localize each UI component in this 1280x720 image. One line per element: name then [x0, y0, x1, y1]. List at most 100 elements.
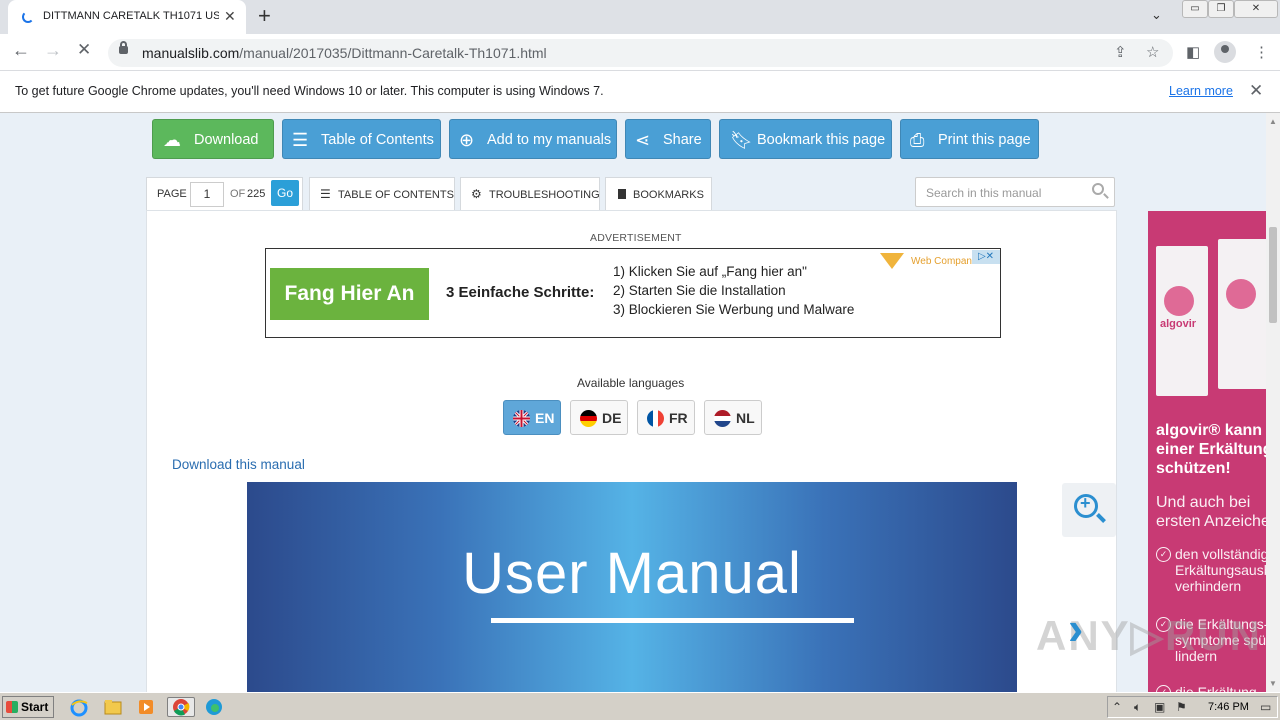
- zoom-in-button[interactable]: [1062, 483, 1116, 537]
- language-code: EN: [535, 410, 555, 426]
- language-de-button[interactable]: DE: [570, 400, 628, 435]
- france-flag-icon: [647, 410, 664, 427]
- start-label: Start: [21, 700, 49, 714]
- bookmark-icon: [618, 189, 626, 199]
- system-tray: ⌃ 🔈︎ ▣ ⚑ 7:46 PM ▭: [1107, 696, 1278, 718]
- browser-tab[interactable]: DITTMANN CARETALK TH1071 USER MANUAL Pdf…: [8, 0, 246, 34]
- close-window-button[interactable]: ✕: [1234, 0, 1278, 18]
- manual-title: User Manual: [462, 541, 802, 606]
- star-bookmark-icon[interactable]: ☆: [1146, 43, 1159, 61]
- chevron-down-icon[interactable]: ⌄: [1151, 7, 1162, 23]
- tab-strip: DITTMANN CARETALK TH1071 USER MANUAL Pdf…: [0, 0, 1280, 34]
- language-fr-button[interactable]: FR: [637, 400, 695, 435]
- ad-step: 2) Starten Sie die Installation: [613, 283, 786, 298]
- page-number-input[interactable]: 1: [190, 182, 224, 207]
- zoom-in-icon: [1074, 493, 1098, 518]
- table-of-contents-button[interactable]: ☰ Table of Contents: [282, 119, 441, 159]
- side-panel-icon[interactable]: ◧: [1186, 43, 1200, 61]
- language-en-button[interactable]: EN: [503, 400, 561, 435]
- list-icon: ☰: [320, 187, 331, 201]
- ad-cta-button[interactable]: Fang Hier An: [270, 268, 429, 320]
- action-center-flag-icon[interactable]: ⚑: [1176, 700, 1187, 714]
- language-code: FR: [669, 410, 688, 426]
- infobar-message: To get future Google Chrome updates, you…: [15, 84, 604, 98]
- volume-icon[interactable]: 🔈︎: [1134, 700, 1141, 715]
- search-icon[interactable]: [1092, 183, 1104, 195]
- share-button[interactable]: ⋖ Share: [625, 119, 711, 159]
- kebab-menu-icon[interactable]: ⋮: [1254, 43, 1269, 61]
- network-icon[interactable]: ▣: [1154, 700, 1165, 714]
- side-ad-subline: Und auch bei ersten Anzeichen: [1156, 494, 1266, 530]
- product-box-image: [1218, 239, 1266, 389]
- tab-troubleshooting[interactable]: ⚙ TROUBLESHOOTING: [460, 177, 600, 211]
- windows-taskbar: Start ⌃ 🔈︎ ▣ ⚑ 7:46 PM ▭: [0, 692, 1280, 720]
- share-page-icon[interactable]: ⇪: [1114, 43, 1127, 61]
- learn-more-link[interactable]: Learn more: [1169, 84, 1233, 98]
- download-button[interactable]: ☁ Download: [152, 119, 274, 159]
- back-arrow-icon[interactable]: ←: [12, 40, 30, 61]
- tab-table-of-contents[interactable]: ☰ TABLE OF CONTENTS: [309, 177, 455, 211]
- zoom-handle: [1096, 513, 1106, 523]
- language-code: NL: [736, 410, 755, 426]
- media-player-icon[interactable]: [136, 697, 158, 717]
- profile-avatar-icon[interactable]: [1214, 41, 1236, 63]
- infobar-close-icon[interactable]: ✕: [1249, 81, 1263, 101]
- product-box-image: algovir: [1156, 246, 1208, 396]
- stop-loading-icon[interactable]: ✕: [77, 40, 91, 60]
- edge-icon[interactable]: [204, 697, 226, 717]
- search-manual-input[interactable]: Search in this manual: [915, 177, 1115, 207]
- ad-headline: 3 Eeinfache Schritte:: [446, 284, 595, 301]
- internet-explorer-icon[interactable]: [69, 697, 91, 717]
- go-button[interactable]: Go: [271, 180, 299, 206]
- minimize-button[interactable]: ▭: [1182, 0, 1208, 18]
- page-navigator: PAGE 1 OF 225 Go: [146, 177, 303, 211]
- file-explorer-icon[interactable]: [103, 697, 125, 717]
- banner-ad[interactable]: Fang Hier An 3 Eeinfache Schritte: 1) Kl…: [265, 248, 1001, 338]
- forward-arrow-icon[interactable]: →: [44, 40, 62, 61]
- tab-title: DITTMANN CARETALK TH1071 USER MANUAL Pdf…: [43, 10, 219, 22]
- tab-label: TABLE OF CONTENTS: [338, 189, 454, 201]
- title-underline: [491, 618, 854, 623]
- check-circle-icon: ✓: [1156, 685, 1171, 692]
- download-button-label: Download: [194, 132, 259, 148]
- side-ad-headline: algovir® kann einer Erkältung schützen!: [1156, 422, 1266, 477]
- start-button[interactable]: Start: [2, 696, 54, 718]
- address-bar[interactable]: manualslib.com/manual/2017035/Dittmann-C…: [108, 39, 1173, 67]
- scroll-thumb[interactable]: [1269, 227, 1277, 323]
- manual-content: ADVERTISEMENT Fang Hier An 3 Eeinfache S…: [146, 210, 1117, 692]
- tab-bookmarks[interactable]: BOOKMARKS: [605, 177, 712, 211]
- tab-label: BOOKMARKS: [633, 189, 704, 201]
- flower-graphic: [1164, 286, 1194, 316]
- windows-logo-icon: [6, 701, 18, 713]
- next-page-arrow-icon[interactable]: ›: [1068, 605, 1083, 651]
- scroll-down-arrow-icon[interactable]: ▼: [1269, 679, 1277, 688]
- table-of-contents-label: Table of Contents: [321, 132, 434, 148]
- add-to-my-manuals-button[interactable]: ⊕ Add to my manuals: [449, 119, 617, 159]
- tab-close-button[interactable]: ✕: [224, 8, 236, 24]
- show-desktop-icon[interactable]: ▭: [1260, 700, 1271, 714]
- advertisement-label: ADVERTISEMENT: [590, 232, 682, 244]
- bookmark-this-page-button[interactable]: 🔖︎ Bookmark this page: [719, 119, 892, 159]
- url-text[interactable]: manualslib.com/manual/2017035/Dittmann-C…: [142, 45, 547, 61]
- chrome-taskbar-icon[interactable]: [167, 697, 195, 717]
- language-code: DE: [602, 410, 622, 426]
- print-this-page-button[interactable]: ⎙ Print this page: [900, 119, 1039, 159]
- tab-label: TROUBLESHOOTING: [489, 189, 600, 201]
- download-manual-link[interactable]: Download this manual: [172, 457, 305, 472]
- manual-page-preview: User Manual: [247, 482, 1017, 692]
- scroll-up-arrow-icon[interactable]: ▲: [1269, 117, 1277, 126]
- language-nl-button[interactable]: NL: [704, 400, 762, 435]
- share-label: Share: [663, 132, 702, 148]
- cloud-download-icon: ☁: [163, 130, 181, 150]
- tray-expand-icon[interactable]: ⌃: [1112, 700, 1122, 714]
- page-scrollbar[interactable]: ▲ ▼: [1266, 113, 1280, 692]
- browser-toolbar: ← → ✕ manualslib.com/manual/2017035/Ditt…: [0, 34, 1280, 71]
- of-label: OF: [230, 188, 246, 200]
- ad-choices-close-icon[interactable]: ▷✕: [972, 250, 1000, 264]
- flower-graphic: [1226, 279, 1256, 309]
- ad-step: 1) Klicken Sie auf „Fang hier an": [613, 264, 807, 279]
- restore-button[interactable]: ❐: [1208, 0, 1234, 18]
- clock[interactable]: 7:46 PM: [1208, 701, 1249, 713]
- gears-icon: ⚙: [471, 187, 482, 201]
- new-tab-button[interactable]: +: [258, 3, 271, 29]
